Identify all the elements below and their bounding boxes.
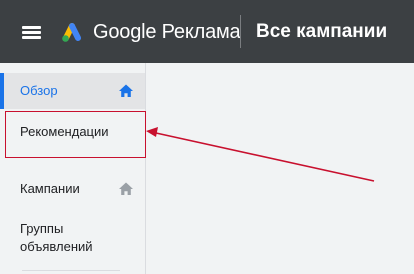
home-icon: [119, 84, 133, 97]
top-app-bar: Google Реклама Все кампании: [0, 0, 414, 63]
annotation-highlight-box: [5, 111, 146, 158]
hamburger-menu-icon[interactable]: [17, 20, 47, 44]
google-ads-logo-icon: [62, 23, 81, 42]
sidebar-item-campaigns[interactable]: Кампании: [0, 177, 145, 201]
sidebar-item-label: Кампании: [20, 181, 80, 196]
page-title: Все кампании: [256, 21, 388, 42]
sidebar-item-label: Обзор: [20, 83, 58, 98]
sidebar-divider: [22, 270, 120, 271]
product-name: Google Реклама: [93, 21, 241, 43]
sidebar-item-label: Группы объявлений: [20, 221, 93, 254]
home-icon: [119, 182, 133, 195]
sidebar-item-overview[interactable]: Обзор: [0, 73, 145, 109]
sidebar-item-ad-groups[interactable]: Группы объявлений: [0, 217, 145, 257]
main-content-area: [146, 63, 414, 274]
sidebar-nav: Обзор Рекомендации Кампании Группы объяв…: [0, 63, 146, 274]
header-divider: [240, 15, 241, 48]
